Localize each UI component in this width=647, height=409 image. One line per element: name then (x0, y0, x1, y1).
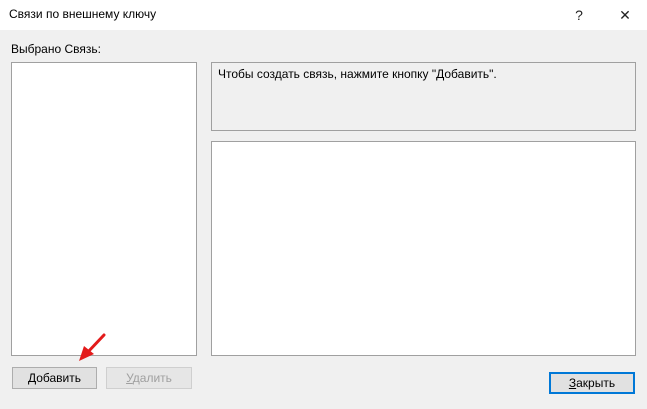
delete-button[interactable]: Удалить (106, 367, 192, 389)
info-message: Чтобы создать связь, нажмите кнопку "Доб… (218, 67, 497, 81)
properties-grid[interactable] (211, 141, 636, 356)
help-icon: ? (575, 7, 583, 23)
pointer-arrow-icon (79, 333, 106, 361)
delete-button-label: Удалить (126, 371, 172, 385)
close-window-button[interactable]: ✕ (603, 0, 647, 30)
title-bar: Связи по внешнему ключу ? ✕ (0, 0, 647, 30)
window-title: Связи по внешнему ключу (9, 7, 157, 21)
close-button-label: Закрыть (568, 376, 616, 390)
info-panel: Чтобы создать связь, нажмите кнопку "Доб… (211, 62, 636, 131)
relationship-list[interactable] (11, 62, 197, 356)
close-icon: ✕ (619, 6, 631, 23)
add-button-label: Добавить (27, 371, 82, 385)
help-button[interactable]: ? (557, 0, 601, 30)
close-button[interactable]: Закрыть (549, 372, 635, 394)
add-button[interactable]: Добавить (12, 367, 97, 389)
selected-relationship-label: Выбрано Связь: (11, 42, 101, 56)
